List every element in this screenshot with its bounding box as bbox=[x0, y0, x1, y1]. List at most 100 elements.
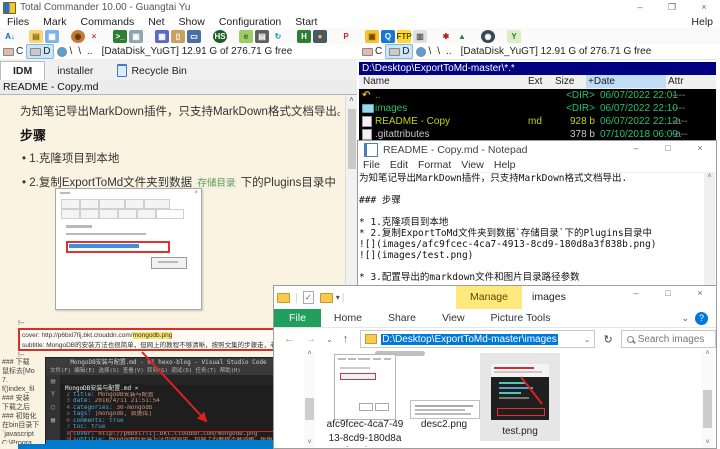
calculator-icon[interactable]: ▦ bbox=[155, 29, 169, 43]
ribbon-tab-view[interactable]: View bbox=[429, 309, 478, 327]
triangle-icon[interactable]: ▲ bbox=[455, 30, 469, 43]
tab-installer[interactable]: installer bbox=[45, 62, 105, 80]
scroll-thumb[interactable] bbox=[348, 109, 356, 169]
tc-menu-mark[interactable]: Mark bbox=[36, 16, 73, 28]
opera-icon[interactable]: ◉ bbox=[481, 29, 495, 43]
search-folders-icon[interactable]: Q bbox=[381, 29, 395, 43]
paint-splat-icon[interactable]: ✱ bbox=[439, 30, 453, 43]
network-icon[interactable]: ▣ bbox=[129, 29, 143, 43]
close-button[interactable]: × bbox=[684, 141, 716, 159]
lock-icon[interactable]: ● bbox=[313, 29, 327, 43]
tab-idm[interactable]: IDM bbox=[0, 61, 46, 80]
minimize-button[interactable]: – bbox=[620, 141, 652, 159]
minimize-button[interactable]: – bbox=[624, 0, 656, 15]
file-label[interactable]: afc9fcec-4ca7-4913-8cd9-180d8a3f838b.png bbox=[322, 418, 408, 447]
sync-icon[interactable]: ↻ bbox=[271, 30, 285, 43]
tc-menu-show[interactable]: Show bbox=[172, 16, 212, 28]
parent-dir-button[interactable]: .. bbox=[443, 45, 455, 58]
search-box[interactable]: Search images bbox=[620, 330, 716, 348]
address-bar[interactable]: D:\Desktop\ExportToMd-master\images ⌄ bbox=[360, 330, 596, 348]
qat-properties-icon[interactable]: ✓ bbox=[302, 291, 314, 304]
notepad-menu-file[interactable]: File bbox=[358, 159, 385, 172]
back-icon[interactable]: ← bbox=[279, 333, 300, 345]
col-size[interactable]: Size bbox=[555, 75, 574, 88]
drive-button-c[interactable]: C bbox=[0, 45, 26, 58]
ribbon-tab-share[interactable]: Share bbox=[375, 309, 429, 327]
scroll-up-icon[interactable]: ˄ bbox=[702, 350, 713, 357]
root-button[interactable]: \ bbox=[54, 45, 75, 58]
qat-newfolder-icon[interactable] bbox=[319, 292, 333, 303]
file-thumbnail-desc2[interactable] bbox=[410, 400, 480, 419]
col-date[interactable]: +Date bbox=[586, 75, 666, 88]
filearea-scrollbar[interactable]: ˄ ˅ bbox=[702, 350, 713, 447]
explorer-manage-label[interactable]: Manage bbox=[456, 286, 522, 309]
tc-menu-files[interactable]: Files bbox=[0, 16, 36, 28]
qat-customize-icon[interactable]: ▾ bbox=[336, 293, 340, 302]
col-attr[interactable]: Attr bbox=[668, 75, 684, 88]
scroll-up-icon[interactable]: ˄ bbox=[304, 350, 315, 357]
table-row[interactable]: ↶.. 06/07/2022 22:01 ---- <DIR> bbox=[359, 89, 716, 102]
drive-copy-icon[interactable]: ▤ bbox=[255, 29, 269, 43]
forward-icon[interactable]: → bbox=[300, 333, 321, 345]
terminal-icon[interactable]: >_ bbox=[113, 29, 127, 43]
tc-menu-start[interactable]: Start bbox=[288, 16, 324, 28]
clipboard-icon[interactable]: ▯ bbox=[171, 29, 185, 43]
close-button[interactable]: × bbox=[688, 0, 720, 15]
maximize-button[interactable]: □ bbox=[652, 286, 684, 309]
notepad-menu-edit[interactable]: Edit bbox=[385, 159, 413, 172]
refresh-icon[interactable]: ↻ bbox=[595, 333, 620, 346]
ribbon-collapse-icon[interactable]: ⌄ bbox=[681, 313, 689, 324]
edit-image-icon[interactable]: e bbox=[239, 29, 253, 43]
up-icon[interactable]: ↑ bbox=[338, 333, 354, 345]
scroll-down-icon[interactable]: ˅ bbox=[702, 439, 713, 446]
notepad-menu-view[interactable]: View bbox=[456, 159, 489, 172]
scroll-up-icon[interactable]: ˄ bbox=[346, 95, 357, 104]
scroll-up-icon[interactable]: ˄ bbox=[704, 173, 715, 180]
tc-menu-net[interactable]: Net bbox=[141, 16, 171, 28]
address-dropdown-icon[interactable]: ⌄ bbox=[584, 335, 595, 344]
book-icon[interactable]: ▥ bbox=[413, 29, 427, 43]
sort-az-icon[interactable]: A↓ bbox=[3, 30, 17, 43]
root-button-2[interactable]: \ bbox=[434, 45, 443, 58]
close-button[interactable]: × bbox=[684, 286, 716, 309]
delete-icon[interactable]: × bbox=[87, 30, 101, 43]
recent-dropdown-icon[interactable]: ⌄ bbox=[321, 335, 338, 344]
monitor-icon[interactable]: ▭ bbox=[187, 29, 201, 43]
image-viewer-icon[interactable]: ▣ bbox=[365, 29, 379, 43]
file-tile-test-selected[interactable]: test.png bbox=[480, 353, 560, 441]
ribbon-tab-picture-tools[interactable]: Picture Tools bbox=[478, 309, 564, 327]
hedit-icon[interactable]: H bbox=[297, 29, 311, 43]
scroll-down-icon[interactable]: ˅ bbox=[304, 439, 315, 446]
scroll-thumb[interactable] bbox=[703, 390, 712, 428]
hs-icon[interactable]: HS bbox=[213, 29, 227, 43]
ribbon-tab-file[interactable]: File bbox=[274, 309, 321, 327]
copy-folder-icon[interactable]: ▤ bbox=[29, 29, 43, 43]
root-button[interactable]: \ bbox=[413, 45, 434, 58]
file-label[interactable]: desc2.png bbox=[400, 418, 488, 433]
notepad-menu-format[interactable]: Format bbox=[413, 159, 456, 172]
tab-recycle-bin[interactable]: Recycle Bin bbox=[105, 61, 198, 80]
scroll-thumb[interactable] bbox=[305, 398, 314, 420]
monkey-icon[interactable]: ◉ bbox=[71, 29, 85, 43]
root-button-2[interactable]: \ bbox=[75, 45, 84, 58]
drive-button-d[interactable]: D bbox=[26, 44, 55, 59]
p-red-icon[interactable]: P bbox=[339, 30, 353, 43]
parent-dir-button[interactable]: .. bbox=[84, 45, 96, 58]
ftp-icon[interactable]: FTP bbox=[396, 29, 412, 43]
address-path[interactable]: D:\Desktop\ExportToMd-master\images bbox=[381, 333, 558, 345]
maximize-button[interactable]: □ bbox=[652, 141, 684, 159]
maximize-button[interactable]: ❐ bbox=[656, 0, 688, 15]
file-label[interactable]: test.png bbox=[480, 425, 560, 440]
col-name[interactable]: Name bbox=[363, 75, 390, 88]
notepad-menu-help[interactable]: Help bbox=[489, 159, 521, 172]
minimize-button[interactable]: – bbox=[620, 286, 652, 309]
help-icon[interactable]: ? bbox=[695, 311, 708, 325]
tree-icon[interactable]: Y bbox=[507, 29, 521, 43]
tc-menu-help[interactable]: Help bbox=[684, 16, 720, 28]
tc-menu-commands[interactable]: Commands bbox=[74, 16, 142, 28]
file-thumbnail-afc9fcec[interactable] bbox=[334, 354, 396, 420]
table-row[interactable]: images 06/07/2022 22:10 ---- <DIR> bbox=[359, 102, 716, 115]
ribbon-tab-home[interactable]: Home bbox=[321, 309, 375, 327]
drive-button-d[interactable]: D bbox=[385, 44, 414, 59]
table-row[interactable]: README - Copy md 06/07/2022 22:12 -a-- 928 b bbox=[359, 115, 716, 128]
